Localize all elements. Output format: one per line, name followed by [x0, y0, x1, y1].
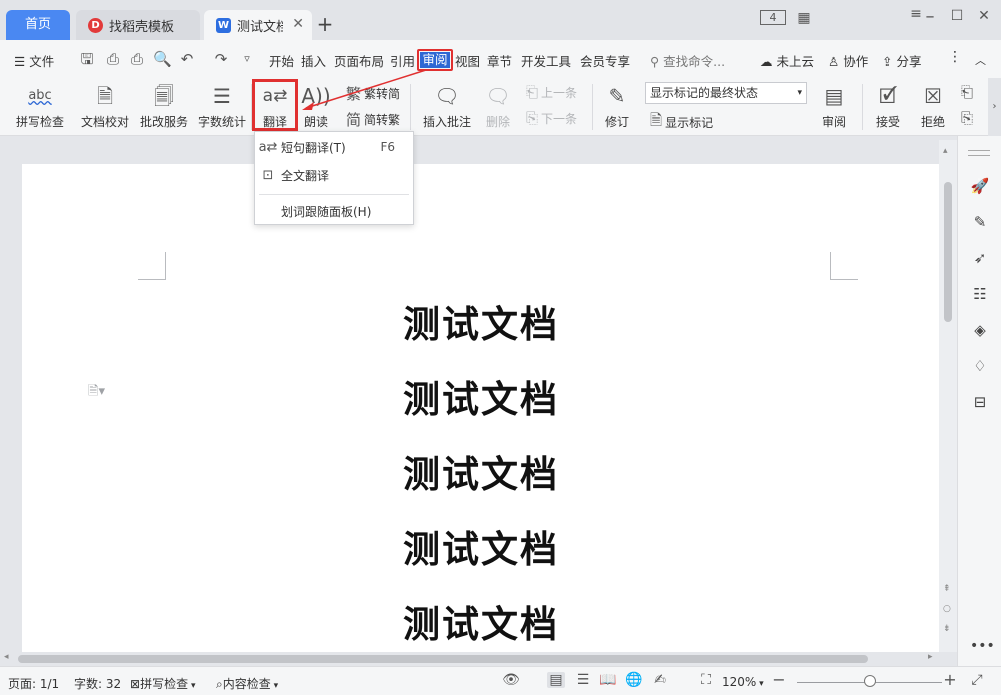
next-page-icon[interactable]: ⇟ [943, 624, 951, 634]
zoom-out-icon[interactable]: − [770, 670, 788, 689]
content-check-label: 内容检查 [222, 677, 271, 691]
spell-check-status-label: 拼写检查 [140, 677, 189, 691]
word-follow-panel-item[interactable]: 划词跟随面板(H) [255, 199, 413, 223]
outline-view-icon[interactable]: ☰ [574, 672, 592, 688]
word-count-indicator[interactable]: 字数: 32 [74, 675, 121, 692]
fit-page-icon[interactable]: ⛶ [697, 672, 715, 688]
write-view-icon[interactable]: ✍ [651, 672, 669, 688]
fullscreen-icon[interactable]: ⤢ [968, 672, 986, 688]
full-translate-label: 全文翻译 [281, 168, 330, 183]
sliders-icon[interactable]: ☷ [970, 284, 990, 304]
full-translate-item[interactable]: ⊡ 全文翻译 [255, 163, 413, 187]
margin-corner-top-right [830, 252, 858, 280]
translate-icon: a⇄ [258, 139, 278, 155]
panel-handle-icon [968, 150, 990, 156]
menu-divider [259, 194, 409, 195]
zoom-level-value: 120% [722, 675, 757, 689]
content-check-icon: ⌕ [216, 677, 223, 691]
chevron-down-icon: ▾ [270, 681, 279, 691]
page-indicator[interactable]: 页面: 1/1 [8, 675, 59, 692]
rocket-icon[interactable]: 🚀 [970, 176, 990, 196]
pointer-icon[interactable]: ➶ [970, 248, 990, 268]
annotation-arrow [302, 69, 427, 110]
zoom-slider-handle[interactable] [863, 675, 876, 687]
heading-text: 测试文档 [403, 453, 559, 496]
translate-dropdown-menu: a⇄ 短句翻译(T) F6 ⊡ 全文翻译 划词跟随面板(H) [254, 131, 414, 225]
prev-page-icon[interactable]: ⇞ [943, 584, 951, 594]
heading-text: 测试文档 [403, 303, 559, 346]
ai-icon[interactable]: ◈ [970, 320, 990, 340]
chevron-down-icon: ▾ [756, 679, 764, 689]
page-view-icon[interactable]: ▤ [547, 672, 565, 688]
spell-check-icon: ⊠ [130, 677, 141, 691]
word-follow-panel-label: 划词跟随面板(H) [281, 204, 372, 219]
scroll-up-icon[interactable]: ▴ [943, 146, 948, 156]
chevron-down-icon: ▾ [188, 681, 196, 691]
full-translate-icon: ⊡ [262, 167, 274, 183]
scroll-left-icon[interactable]: ◂ [4, 652, 9, 662]
zoom-level[interactable]: 120% ▾ [722, 675, 764, 689]
reading-view-icon[interactable]: 📖 [599, 672, 617, 688]
horizontal-scroll-thumb[interactable] [18, 655, 868, 663]
zoom-in-icon[interactable]: + [941, 670, 959, 689]
short-translate-label: 短句翻译(T) [281, 140, 346, 155]
book-icon[interactable]: ⊟ [970, 392, 990, 412]
short-translate-item[interactable]: a⇄ 短句翻译(T) F6 [255, 135, 413, 159]
wps-writer-window: 首页 D 找稻壳模板 W 测试文档 ✕ + 4 ▦ ≡ – ☐ ✕ ☰ 文件 🖫… [0, 0, 1001, 695]
more-horizontal-icon[interactable]: ••• [970, 636, 995, 656]
content-check-status[interactable]: ⌕内容检查 ▾ [216, 675, 278, 692]
spell-check-status[interactable]: ⊠拼写检查 ▾ [130, 675, 195, 692]
right-side-panel: 🚀 ✎ ➶ ☷ ◈ ♢ ⊟ ••• [957, 136, 1001, 666]
document-page[interactable]: 🗎▾ 测试文档 测试文档 测试文档 测试文档 测试文档 [22, 164, 940, 655]
status-bar: 页面: 1/1 字数: 32 ⊠拼写检查 ▾ ⌕内容检查 ▾ 👁 ▤ ☰ 📖 🌐… [0, 666, 1001, 695]
margin-corner-top-left [138, 252, 166, 280]
bulb-icon[interactable]: ♢ [970, 356, 990, 376]
web-view-icon[interactable]: 🌐 [625, 672, 643, 688]
heading-text: 测试文档 [403, 603, 559, 646]
heading-text: 测试文档 [403, 378, 559, 421]
document-area: 🗎▾ 测试文档 测试文档 测试文档 测试文档 测试文档 ▴ ⇞ ○ ⇟ [0, 140, 957, 655]
shortcut-label: F6 [380, 140, 395, 154]
select-browse-icon[interactable]: ○ [943, 604, 951, 614]
vertical-scroll-thumb[interactable] [944, 182, 952, 322]
heading-text: 测试文档 [403, 528, 559, 571]
pen-icon[interactable]: ✎ [970, 212, 990, 232]
eye-protection-icon[interactable]: 👁 [502, 672, 520, 688]
scroll-right-icon[interactable]: ▸ [928, 652, 933, 662]
